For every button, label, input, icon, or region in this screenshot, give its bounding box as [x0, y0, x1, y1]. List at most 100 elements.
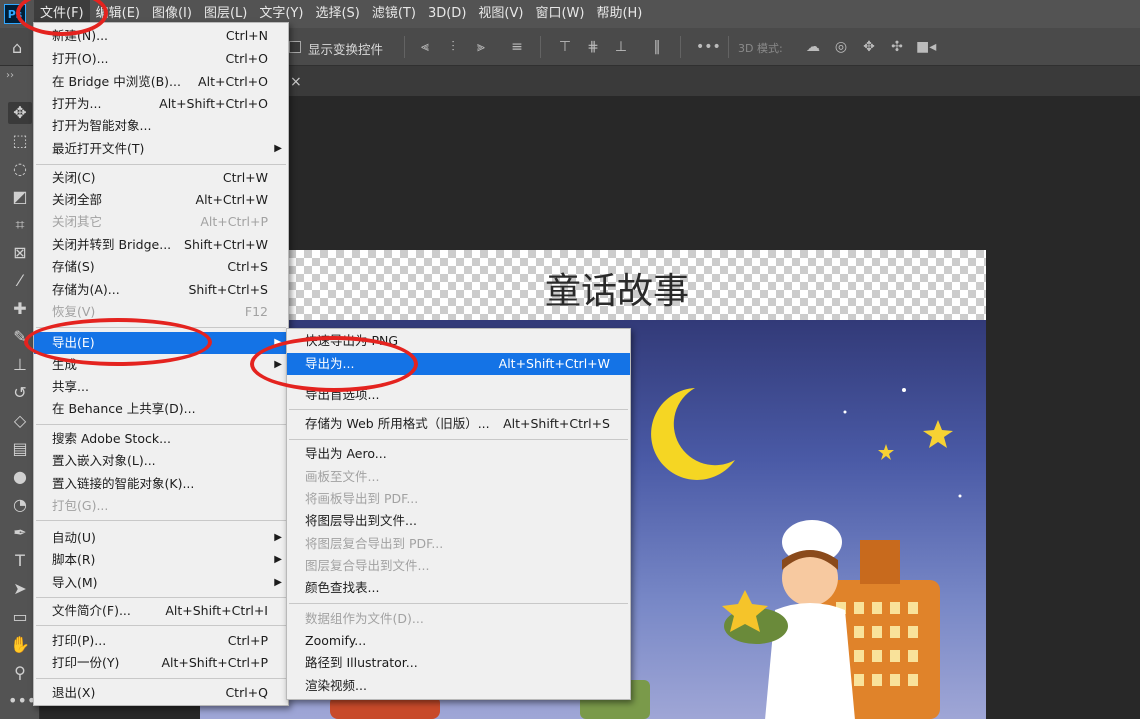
- frame-tool-icon[interactable]: ⊠: [8, 242, 32, 264]
- show-transform-checkbox[interactable]: [289, 41, 301, 53]
- marquee-tool-icon[interactable]: ⬚: [8, 130, 32, 152]
- menu-item-close-go-bridge[interactable]: 关闭并转到 Bridge... Shift+Ctrl+W: [34, 234, 288, 256]
- menu-item-place-linked[interactable]: 置入链接的智能对象(K)...: [34, 473, 288, 495]
- gradient-tool-icon[interactable]: ▤: [8, 438, 32, 460]
- menu-3d[interactable]: 3D(D): [422, 0, 472, 28]
- align-left-icon[interactable]: ⫷: [416, 37, 434, 57]
- menu-help[interactable]: 帮助(H): [590, 0, 648, 28]
- divider: [680, 36, 681, 58]
- show-transform-label: 显示变换控件: [308, 42, 384, 57]
- clone-stamp-tool-icon[interactable]: ⊥: [8, 354, 32, 376]
- collapse-panel-icon[interactable]: ››: [6, 70, 14, 81]
- more-options-icon[interactable]: •••: [696, 37, 721, 57]
- menu-item-place-embedded[interactable]: 置入嵌入对象(L)...: [34, 450, 288, 472]
- object-select-tool-icon[interactable]: ◩: [8, 186, 32, 208]
- menu-item-close-all[interactable]: 关闭全部 Alt+Ctrl+W: [34, 189, 288, 211]
- divider: [728, 36, 729, 58]
- menu-item-open-smart-object[interactable]: 打开为智能对象...: [34, 115, 288, 137]
- menu-item-open-as[interactable]: 打开为... Alt+Shift+Ctrl+O: [34, 93, 288, 115]
- align-right-icon[interactable]: ⫸: [472, 37, 490, 57]
- menu-item-search-adobe-stock[interactable]: 搜索 Adobe Stock...: [34, 428, 288, 450]
- dodge-tool-icon[interactable]: ◔: [8, 494, 32, 516]
- menu-item-paths-to-illustrator[interactable]: 路径到 Illustrator...: [287, 652, 630, 674]
- menu-item-color-lookup-tables[interactable]: 颜色查找表...: [287, 577, 630, 599]
- menu-select[interactable]: 选择(S): [309, 0, 365, 28]
- submenu-arrow-icon: ▶: [274, 532, 282, 543]
- menu-item-scripts[interactable]: 脚本(R) ▶: [34, 549, 288, 571]
- moon-icon: [651, 388, 735, 480]
- menu-item-save[interactable]: 存储(S) Ctrl+S: [34, 256, 288, 278]
- menu-item-browse-bridge[interactable]: 在 Bridge 中浏览(B)... Alt+Ctrl+O: [34, 71, 288, 93]
- sparkle-icon: [902, 388, 906, 392]
- menu-item-file-info[interactable]: 文件简介(F)... Alt+Shift+Ctrl+I: [34, 600, 288, 622]
- 3d-camera-icon[interactable]: ■◂: [916, 37, 936, 57]
- align-center-icon[interactable]: ⫶: [444, 37, 462, 57]
- star-icon: [878, 444, 894, 460]
- menu-item-exit[interactable]: 退出(X) Ctrl+Q: [34, 682, 288, 704]
- menu-filter[interactable]: 滤镜(T): [366, 0, 422, 28]
- 3d-slide-icon[interactable]: ✣: [888, 37, 906, 57]
- eyedropper-tool-icon[interactable]: ⁄: [8, 270, 32, 292]
- menu-item-share-behance[interactable]: 在 Behance 上共享(D)...: [34, 398, 288, 420]
- crop-tool-icon[interactable]: ⌗: [8, 214, 32, 236]
- menu-item-layers-to-files[interactable]: 将图层导出到文件...: [287, 510, 630, 532]
- sparkle-icon: [843, 410, 847, 414]
- lasso-tool-icon[interactable]: ◌: [8, 158, 32, 180]
- 3d-orbit-icon[interactable]: ☁: [804, 37, 822, 57]
- divider: [404, 36, 405, 58]
- type-tool-icon[interactable]: T: [8, 550, 32, 572]
- menu-divider: [36, 164, 286, 165]
- menu-item-open[interactable]: 打开(O)... Ctrl+O: [34, 48, 288, 70]
- close-tab-icon[interactable]: ×: [290, 74, 302, 90]
- menu-item-automate[interactable]: 自动(U) ▶: [34, 527, 288, 549]
- menu-item-artboards-to-files: 画板至文件...: [305, 469, 380, 484]
- menu-item-print-one-copy[interactable]: 打印一份(Y) Alt+Shift+Ctrl+P: [34, 652, 288, 674]
- sparkle-icon: [958, 494, 962, 498]
- align-vertical-icon[interactable]: ≡: [508, 37, 526, 57]
- canvas-title-text: 童话故事: [544, 271, 689, 312]
- menu-divider: [36, 424, 286, 425]
- 3d-roll-icon[interactable]: ◎: [832, 37, 850, 57]
- distribute-icon[interactable]: ‖: [648, 37, 666, 57]
- blur-tool-icon[interactable]: ●: [8, 466, 32, 488]
- menu-divider: [36, 520, 286, 521]
- menu-divider: [36, 678, 286, 679]
- rectangle-tool-icon[interactable]: ▭: [8, 606, 32, 628]
- menu-window[interactable]: 窗口(W): [529, 0, 590, 28]
- align-top-icon[interactable]: ⊤: [556, 37, 574, 57]
- menu-item-artboards-to-pdf: 将画板导出到 PDF...: [305, 491, 419, 506]
- menu-item-render-video[interactable]: 渲染视频...: [287, 675, 630, 697]
- menu-divider: [289, 603, 628, 604]
- align-middle-icon[interactable]: ⋕: [584, 37, 602, 57]
- divider: [540, 36, 541, 58]
- menu-divider: [36, 625, 286, 626]
- zoom-tool-icon[interactable]: ⚲: [8, 662, 32, 684]
- menu-item-save-as[interactable]: 存储为(A)... Shift+Ctrl+S: [34, 279, 288, 301]
- hand-tool-icon[interactable]: ✋: [8, 634, 32, 656]
- more-tools-icon[interactable]: •••: [8, 690, 36, 712]
- menu-item-recent-files[interactable]: 最近打开文件(T) ▶: [34, 138, 288, 160]
- home-icon[interactable]: ⌂: [12, 38, 30, 57]
- pen-tool-icon[interactable]: ✒: [8, 522, 32, 544]
- 3d-mode-label: 3D 模式:: [738, 42, 783, 55]
- move-tool-icon[interactable]: ✥: [8, 102, 32, 124]
- menu-item-export-aero[interactable]: 导出为 Aero...: [287, 443, 630, 465]
- healing-brush-tool-icon[interactable]: ✚: [8, 298, 32, 320]
- annotation-circle-export: [24, 318, 212, 366]
- menu-item-share[interactable]: 共享...: [34, 376, 288, 398]
- align-bottom-icon[interactable]: ⊥: [612, 37, 630, 57]
- submenu-arrow-icon: ▶: [274, 577, 282, 588]
- history-brush-tool-icon[interactable]: ↺: [8, 382, 32, 404]
- eraser-tool-icon[interactable]: ◇: [8, 410, 32, 432]
- menu-item-close[interactable]: 关闭(C) Ctrl+W: [34, 167, 288, 189]
- menu-item-import[interactable]: 导入(M) ▶: [34, 572, 288, 594]
- menu-item-save-for-web[interactable]: 存储为 Web 所用格式（旧版）... Alt+Shift+Ctrl+S: [287, 413, 630, 435]
- path-select-tool-icon[interactable]: ➤: [8, 578, 32, 600]
- menu-divider: [36, 597, 286, 598]
- menu-item-print[interactable]: 打印(P)... Ctrl+P: [34, 630, 288, 652]
- submenu-arrow-icon: ▶: [274, 554, 282, 565]
- menu-view[interactable]: 视图(V): [472, 0, 529, 28]
- 3d-pan-icon[interactable]: ✥: [860, 37, 878, 57]
- menu-item-zoomify[interactable]: Zoomify...: [287, 630, 630, 652]
- menu-item-layer-comps-to-files: 图层复合导出到文件...: [305, 558, 430, 573]
